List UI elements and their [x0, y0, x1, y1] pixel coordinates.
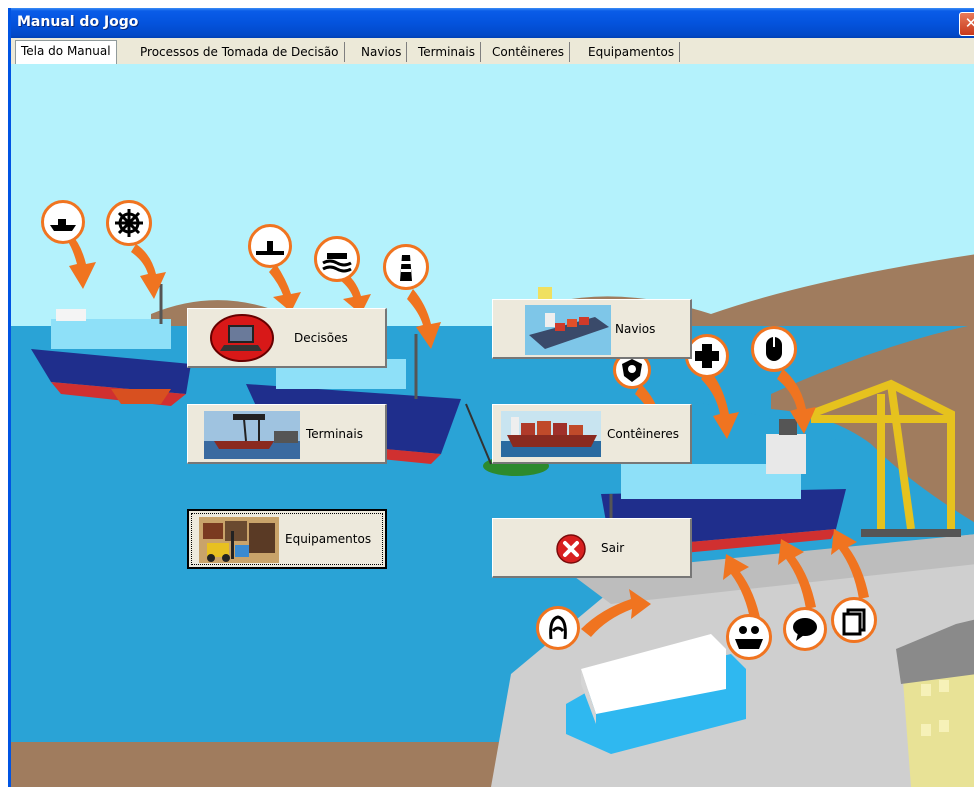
laptop-icon — [210, 314, 274, 362]
lighthouse-icon[interactable] — [383, 244, 429, 290]
forklift-picture-icon — [199, 517, 279, 563]
port-illustration: Decisões Terminais Equipamentos Navios C… — [11, 64, 974, 787]
submarine-icon[interactable] — [248, 224, 292, 268]
equipamentos-button[interactable]: Equipamentos — [187, 509, 387, 569]
mouse-icon[interactable] — [751, 326, 797, 372]
decisoes-label: Decisões — [294, 330, 348, 345]
game-manual-window: Manual do Jogo ✕ Tela do Manual Processo… — [8, 8, 974, 787]
terminais-label: Terminais — [306, 426, 363, 441]
conteineres-button[interactable]: Contêineres — [492, 404, 692, 464]
navios-button[interactable]: Navios — [492, 299, 692, 359]
title-bar[interactable]: Manual do Jogo ✕ — [11, 8, 974, 38]
ship-picture-icon — [525, 305, 611, 355]
sair-label: Sair — [601, 540, 625, 555]
waves-ship-icon[interactable] — [314, 236, 360, 282]
window-title: Manual do Jogo — [17, 14, 139, 30]
tab-bar: Tela do Manual Processos de Tomada de De… — [11, 38, 974, 65]
decisoes-button[interactable]: Decisões — [187, 308, 387, 368]
knot-rope-icon[interactable] — [536, 606, 580, 650]
terminais-button[interactable]: Terminais — [187, 404, 387, 464]
navios-label: Navios — [615, 321, 656, 336]
tab-tela-do-manual[interactable]: Tela do Manual — [15, 40, 117, 65]
speech-bubble-icon[interactable] — [783, 607, 827, 651]
ship-silhouette-icon[interactable] — [41, 200, 85, 244]
tab-navios[interactable]: Navios — [356, 42, 408, 62]
tab-equipamentos[interactable]: Equipamentos — [583, 42, 681, 62]
container-ship-picture-icon — [501, 411, 601, 457]
ship-wheel-icon[interactable] — [106, 200, 152, 246]
tab-processos-decisao[interactable]: Processos de Tomada de Decisão — [135, 42, 345, 62]
red-x-icon — [556, 534, 586, 564]
equipamentos-label: Equipamentos — [285, 532, 372, 546]
tab-terminais[interactable]: Terminais — [413, 42, 481, 62]
close-button[interactable]: ✕ — [959, 12, 974, 36]
conteineres-label: Contêineres — [607, 426, 680, 441]
documents-icon[interactable] — [831, 597, 877, 643]
sair-button[interactable]: Sair — [492, 518, 692, 578]
people-boat-icon[interactable] — [726, 614, 772, 660]
terminal-crane-picture-icon — [204, 411, 300, 459]
tab-conteineres[interactable]: Contêineres — [487, 42, 571, 62]
